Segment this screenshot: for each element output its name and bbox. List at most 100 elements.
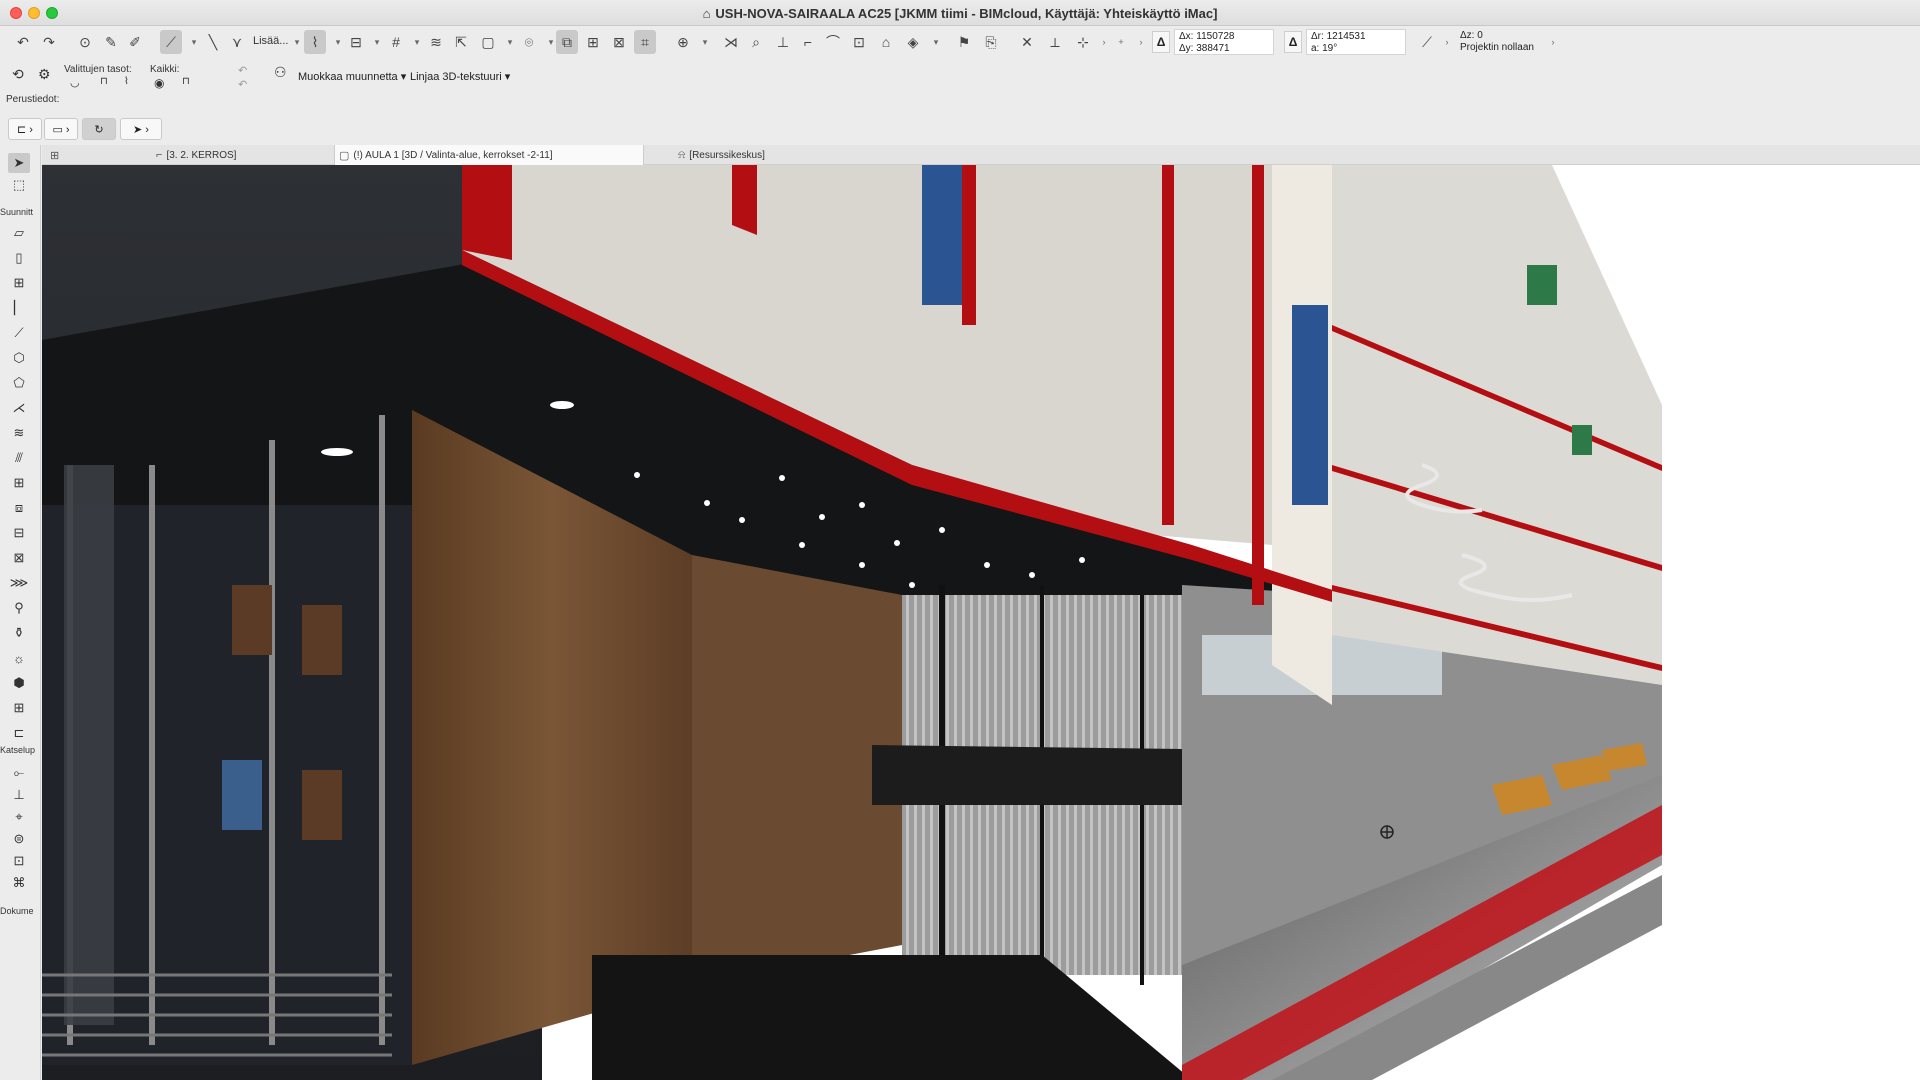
delta-icon[interactable]: Δ (1152, 31, 1170, 53)
renovation-icon[interactable]: ⊕ (672, 30, 694, 54)
roof-tool-icon[interactable]: ⬡ (8, 348, 30, 368)
3d-model-render[interactable] (42, 165, 1920, 1080)
offset-icon[interactable]: ⊟ (345, 30, 367, 54)
text-style-dropdown[interactable]: Linjaa 3D-tekstuuri ▾ (410, 70, 510, 83)
tab-resource-center[interactable]: ⍾ [Resurssikeskus] (674, 145, 874, 165)
marquee-icon[interactable]: ⌗ (634, 30, 656, 54)
perpendicular-icon[interactable]: ⟂ (1044, 30, 1066, 54)
curve-icon[interactable]: ⌒ (822, 30, 844, 54)
far-floors (1332, 165, 1662, 685)
orbit-button[interactable]: ↻ (82, 118, 116, 140)
opening-tool-icon[interactable]: ⊏ (8, 723, 30, 743)
selection-box-icon[interactable]: ▢ (477, 30, 499, 54)
slope-icon[interactable]: ⟋ (1416, 30, 1438, 54)
undo-icon[interactable]: ↶ (12, 30, 34, 54)
snap-icon[interactable]: ⌇ (304, 30, 326, 54)
trace-icon[interactable]: ⊞ (582, 30, 604, 54)
zone-tool-icon[interactable]: ⊠ (8, 548, 30, 568)
layout-selector[interactable]: ▭ › (44, 118, 78, 140)
corner-icon[interactable]: ⌐ (797, 30, 819, 54)
elevation-icon[interactable]: ⊥ (772, 30, 794, 54)
arrow-tool-selector[interactable]: ➤ › (120, 118, 162, 140)
explode-icon[interactable]: ⊡ (848, 30, 870, 54)
crosshair-cursor-icon (1380, 825, 1394, 839)
marquee-tool-icon[interactable]: ⬚ (8, 175, 30, 195)
teamwork-icon[interactable]: ⎘ (980, 30, 1002, 54)
grid-element-icon[interactable]: ⊞ (8, 698, 30, 718)
magnify-icon[interactable]: ⌕ (745, 30, 767, 54)
wall-tool-icon[interactable]: ▱ (8, 223, 30, 243)
mesh-tool-icon[interactable]: ⋙ (8, 573, 30, 593)
curtain-wall-tool-icon[interactable]: ≋ (8, 423, 30, 443)
shell-tool-icon[interactable]: ⬠ (8, 373, 30, 393)
left-column (64, 465, 114, 1025)
pick-up-icon[interactable]: ⊙ (74, 30, 96, 54)
cross-icon[interactable]: ✕ (1016, 30, 1038, 54)
layer-eye-icon[interactable]: ◡ (70, 76, 80, 89)
slab-tool-icon[interactable]: ▏ (8, 298, 30, 318)
arrow-tool-icon[interactable]: ➤ (8, 153, 30, 173)
edit-transform-dropdown[interactable]: Muokkaa muunnetta ▾ (298, 70, 406, 83)
slope-next-icon[interactable]: › (1436, 30, 1458, 54)
design-section-label[interactable]: Suunnitt (0, 207, 41, 217)
special-snap-icon[interactable]: ⊹ (1072, 30, 1094, 54)
layer-lock-icon[interactable]: ⊓ (100, 76, 108, 87)
level-tool-icon[interactable]: ⊥ (8, 785, 30, 805)
tab-3d-view[interactable]: ▢ (!) AULA 1 [3D / Valinta-alue, kerrokse… (334, 145, 644, 165)
section-tool-icon[interactable]: ⊜ (8, 829, 30, 849)
railing-tool-icon[interactable]: ⫻ (8, 448, 30, 468)
redo-icon[interactable]: ↷ (38, 30, 60, 54)
worksheet-tool-icon[interactable]: ⊡ (8, 851, 30, 871)
project-zero-next-icon[interactable]: › (1542, 30, 1564, 54)
view-3d-dropdown-icon[interactable]: ▾ (925, 30, 947, 54)
transform-undo-icon[interactable]: ↶ (238, 64, 247, 77)
transform-redo-icon[interactable]: ↶ (238, 78, 247, 91)
object-tool-icon[interactable]: ⚲ (8, 598, 30, 618)
element-visibility-icon[interactable]: ⟲ (12, 66, 24, 83)
skylight-tool-icon[interactable]: ⋌ (8, 398, 30, 418)
flag-icon[interactable]: ⚑ (953, 30, 975, 54)
column-tool-icon[interactable]: ▯ (8, 248, 30, 268)
view-3d-icon[interactable]: ◈ (902, 30, 924, 54)
window-tool-icon[interactable]: ⊟ (8, 523, 30, 543)
cube-tool-icon[interactable]: ⬢ (8, 673, 30, 693)
split-icon[interactable]: ⋎ (226, 30, 248, 54)
layer-wire-icon[interactable]: ⌇ (124, 76, 129, 87)
3d-viewport[interactable] (42, 165, 1920, 1080)
all-lock-icon[interactable]: ⊓ (182, 76, 190, 87)
marker-tool-icon[interactable]: ⌖ (8, 807, 30, 827)
morph-tool-icon[interactable]: ⊞ (8, 473, 30, 493)
beam-tool-icon[interactable]: ⊞ (8, 273, 30, 293)
lock-icon[interactable]: ⌾ (518, 30, 540, 54)
suspend-groups-icon[interactable]: ⧉ (556, 30, 578, 54)
view-type-selector[interactable]: ⊏ › (8, 118, 42, 140)
inject-icon[interactable]: ✐ (124, 30, 146, 54)
eyedropper-icon[interactable]: ✎ (100, 30, 122, 54)
line-tool-icon[interactable]: ╲ (202, 30, 224, 54)
light-tool-icon[interactable]: ☼ (8, 648, 30, 668)
polar-delta-icon[interactable]: Δ (1284, 31, 1302, 53)
add-label[interactable]: Lisää... (253, 35, 288, 47)
guide-lines-icon[interactable]: ⟋ (160, 30, 182, 54)
view-section-label[interactable]: Katselup (0, 745, 41, 755)
layer-settings-icon[interactable]: ⚙ (38, 66, 51, 83)
document-section-label[interactable]: Dokume (0, 906, 41, 916)
renovation-dropdown-icon[interactable]: ▾ (694, 30, 716, 54)
stair-tool-icon[interactable]: ⟋ (8, 323, 30, 343)
dimension-tool-icon[interactable]: ⟜ (8, 763, 30, 783)
camera-tool-icon[interactable]: ⌘ (8, 873, 30, 893)
roof-icon[interactable]: ⌂ (875, 30, 897, 54)
mirror-icon[interactable]: ⊠ (608, 30, 630, 54)
texture-icon[interactable]: ⚇ (274, 64, 287, 81)
plus-icon[interactable]: + (1110, 30, 1132, 54)
snap-next-2-icon[interactable]: › (1130, 30, 1152, 54)
layers-icon[interactable]: ≋ (425, 30, 447, 54)
grid-view-icon[interactable]: ⊞ (46, 145, 68, 165)
grid-icon[interactable]: # (385, 30, 407, 54)
all-eye-icon[interactable]: ◉ (154, 76, 164, 90)
door-tool-icon[interactable]: ⧈ (8, 498, 30, 518)
intersect-icon[interactable]: ⋊ (720, 30, 742, 54)
cursor-icon[interactable]: ⇱ (450, 30, 472, 54)
lamp-tool-icon[interactable]: ⚱ (8, 623, 30, 643)
dy-value: 388471 (1196, 43, 1230, 54)
